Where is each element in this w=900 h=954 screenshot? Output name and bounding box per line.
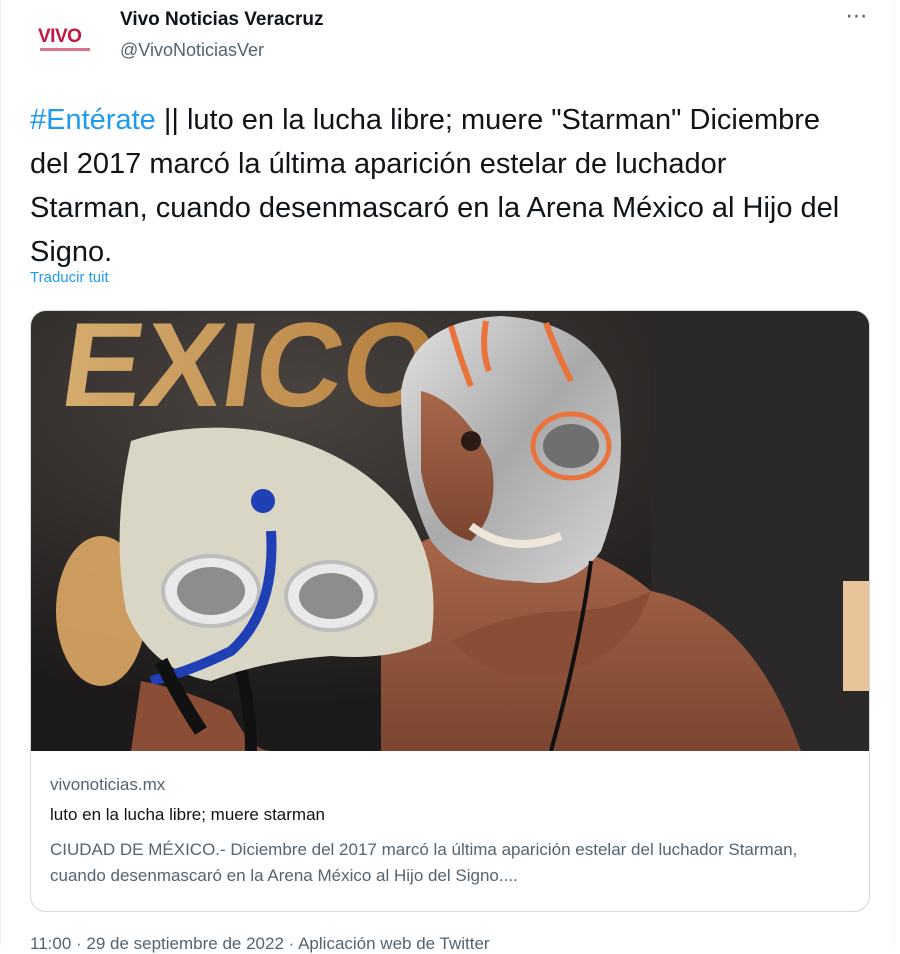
card-image: EXICO [31, 311, 869, 751]
avatar-logo-underline [40, 48, 90, 51]
card-description: CIUDAD DE MÉXICO.- Diciembre del 2017 ma… [50, 840, 798, 885]
tweet: VIVO Vivo Noticias Veracruz @VivoNoticia… [0, 0, 900, 953]
hashtag-link[interactable]: #Entérate [30, 104, 156, 136]
tweet-text: #Entérate || luto en la lucha libre; mue… [30, 98, 850, 274]
divider [0, 0, 1, 946]
card-domain: vivonoticias.mx [50, 775, 166, 794]
tweet-metadata[interactable]: 11:00 · 29 de septiembre de 2022 · Aplic… [30, 934, 490, 954]
avatar-logo: VIVO [38, 26, 82, 47]
avatar[interactable]: VIVO [30, 12, 100, 70]
svg-text:EXICO: EXICO [54, 311, 446, 432]
more-button[interactable]: ⋯ [840, 5, 874, 32]
card-title: luto en la lucha libre; muere starman [50, 805, 325, 824]
divider [894, 0, 895, 946]
author-handle[interactable]: @VivoNoticiasVer [120, 40, 264, 61]
translate-tweet-link[interactable]: Traducir tuit [30, 269, 109, 286]
link-card[interactable]: EXICO vivonoticias.mx luto en la lucha l… [30, 310, 870, 912]
author-name[interactable]: Vivo Noticias Veracruz [120, 9, 323, 31]
more-horizontal-icon: ⋯ [845, 3, 869, 28]
